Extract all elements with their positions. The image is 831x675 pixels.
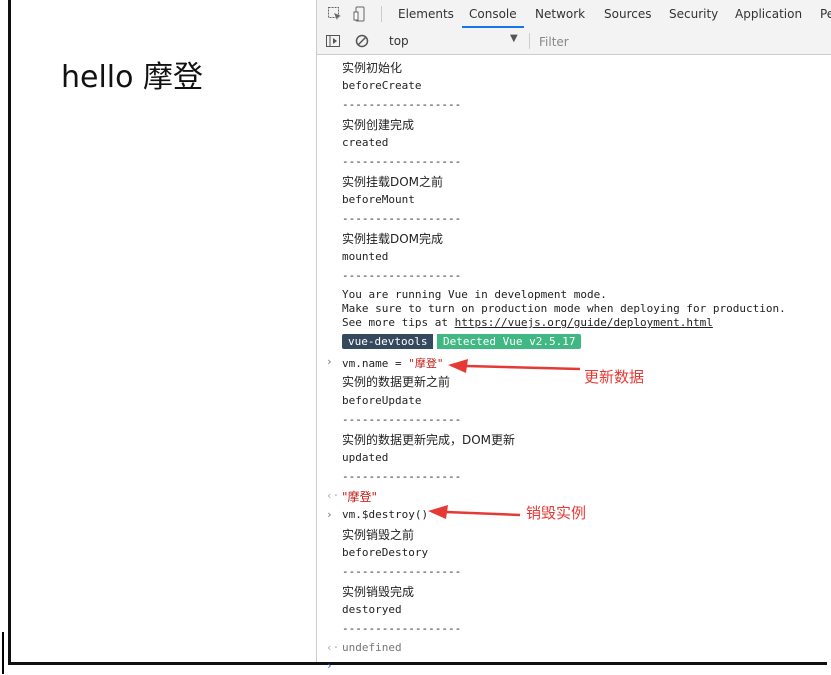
annotation-layer bbox=[428, 359, 581, 519]
update-arrow-icon bbox=[448, 359, 581, 373]
destroy-arrow-icon bbox=[428, 505, 521, 519]
update-data-annotation: 更新数据 bbox=[584, 368, 645, 386]
destroy-instance-annotation: 销毁实例 bbox=[526, 504, 587, 522]
